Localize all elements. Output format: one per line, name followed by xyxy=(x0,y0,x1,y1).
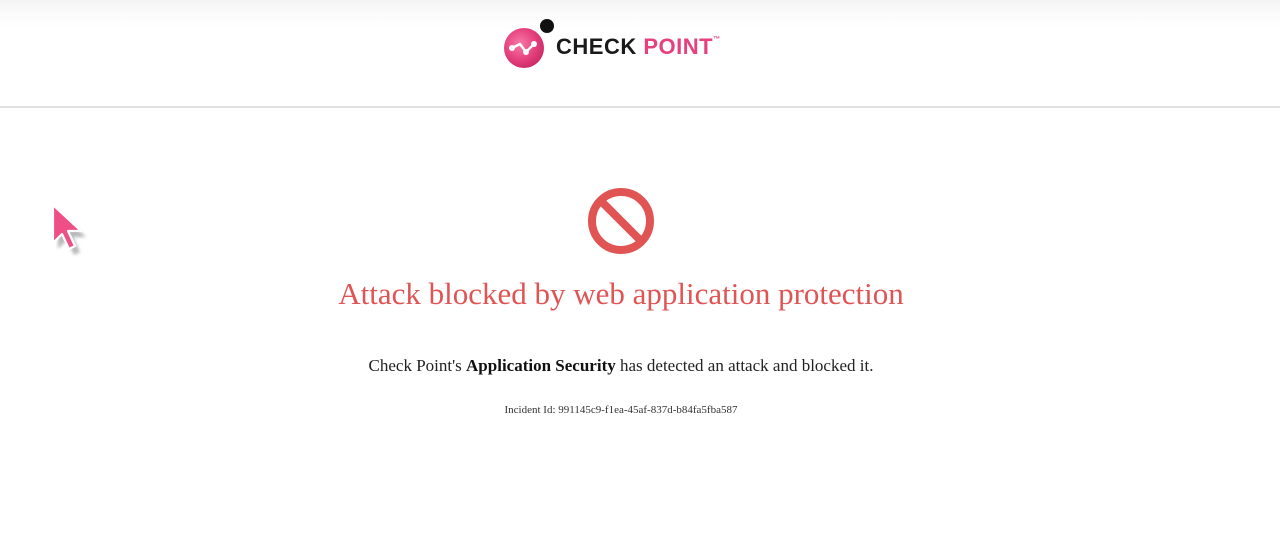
page-title: Attack blocked by web application protec… xyxy=(338,276,904,311)
block-message: Check Point's Application Security has d… xyxy=(0,356,1242,376)
page-header: CHECK POINT™ xyxy=(0,0,1280,108)
incident-id: 991145c9-f1ea-45af-837d-b84fa5fba587 xyxy=(558,404,738,416)
brand-name: CHECK POINT™ xyxy=(556,34,721,60)
brand-trademark: ™ xyxy=(713,36,721,43)
brand-word-point: POINT xyxy=(643,34,714,59)
mouse-pointer-icon xyxy=(51,203,86,255)
message-prefix: Check Point's xyxy=(368,356,467,375)
incident-info: Incident Id: 991145c9-f1ea-45af-837d-b84… xyxy=(0,404,1242,416)
message-product-name: Application Security xyxy=(466,356,616,375)
block-page: CHECK POINT™ Attack blocked by web appli… xyxy=(0,0,1280,536)
incident-label: Incident Id: xyxy=(504,404,559,416)
message-suffix: has detected an attack and blocked it. xyxy=(615,356,874,375)
check-point-logo-icon xyxy=(504,19,554,68)
check-point-logo: CHECK POINT™ xyxy=(500,18,721,72)
prohibited-icon xyxy=(588,188,654,254)
brand-word-check: CHECK xyxy=(556,34,637,59)
